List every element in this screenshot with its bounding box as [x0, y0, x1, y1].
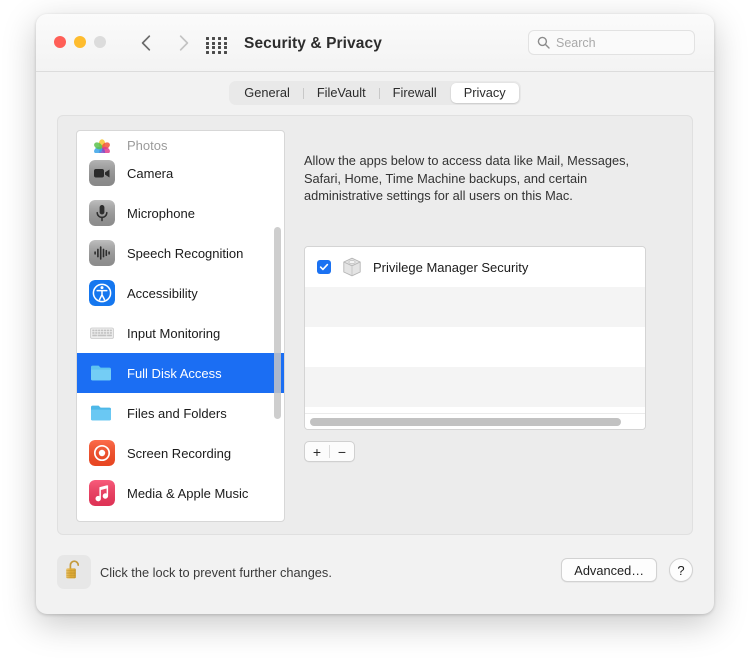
- tab-bar: General FileVault Firewall Privacy: [36, 72, 714, 114]
- app-checkbox[interactable]: [317, 260, 331, 274]
- app-row[interactable]: Privilege Manager Security: [305, 247, 645, 287]
- empty-row: [305, 367, 645, 407]
- add-app-button[interactable]: +: [305, 442, 329, 461]
- allowed-apps-list[interactable]: Privilege Manager Security: [304, 246, 646, 430]
- sidebar-item-microphone[interactable]: Microphone: [77, 193, 284, 233]
- music-note-icon: [89, 480, 115, 506]
- sidebar-item-photos[interactable]: Photos: [77, 131, 284, 153]
- sidebar-item-label: Photos: [127, 138, 168, 153]
- search-input[interactable]: [556, 35, 676, 50]
- search-field[interactable]: [528, 30, 695, 55]
- sidebar-item-label: Speech Recognition: [127, 245, 244, 261]
- accessibility-icon: [89, 280, 115, 306]
- sidebar-item-full-disk-access[interactable]: Full Disk Access: [77, 353, 284, 393]
- sidebar-scrollbar[interactable]: [274, 227, 281, 419]
- lock-button[interactable]: [57, 555, 91, 589]
- sidebar-item-label: Input Monitoring: [127, 325, 221, 341]
- privacy-panel: Photos Camera Microphone Speech Recognit…: [57, 115, 693, 535]
- empty-row: [305, 327, 645, 367]
- sidebar-item-files-and-folders[interactable]: Files and Folders: [77, 393, 284, 433]
- zoom-button: [94, 36, 106, 48]
- sidebar-item-label: Files and Folders: [127, 405, 227, 421]
- microphone-icon: [89, 200, 115, 226]
- scrollbar-thumb[interactable]: [310, 418, 621, 426]
- sidebar-item-speech-recognition[interactable]: Speech Recognition: [77, 233, 284, 273]
- close-button[interactable]: [54, 36, 66, 48]
- screen-recording-icon: [89, 440, 115, 466]
- show-all-grid-icon[interactable]: [206, 37, 228, 54]
- sidebar-item-label: Accessibility: [127, 285, 198, 301]
- tab-privacy[interactable]: Privacy: [450, 83, 519, 103]
- sidebar-item-label: Camera: [127, 165, 174, 181]
- apps-horizontal-scrollbar[interactable]: [305, 413, 645, 429]
- folder-icon: [89, 360, 115, 386]
- sidebar-item-label: Full Disk Access: [127, 365, 222, 381]
- tab-filevault[interactable]: FileVault: [304, 83, 379, 103]
- speech-recognition-icon: [89, 240, 115, 266]
- sidebar-item-camera[interactable]: Camera: [77, 153, 284, 193]
- unlocked-padlock-icon: [63, 558, 85, 587]
- forward-chevron-icon: [174, 32, 194, 54]
- navigation-buttons: [136, 32, 194, 54]
- sidebar-item-label: Media & Apple Music: [127, 485, 249, 501]
- empty-row: [305, 287, 645, 327]
- tab-general[interactable]: General: [231, 83, 303, 103]
- app-name: Privilege Manager Security: [373, 259, 529, 275]
- add-remove-buttons: + −: [304, 441, 355, 462]
- lock-caption: Click the lock to prevent further change…: [100, 565, 332, 580]
- sidebar-item-input-monitoring[interactable]: Input Monitoring: [77, 313, 284, 353]
- folder-icon: [89, 400, 115, 426]
- help-button[interactable]: ?: [669, 558, 693, 582]
- sidebar-item-media-apple-music[interactable]: Media & Apple Music: [77, 473, 284, 513]
- sidebar-item-label: Screen Recording: [127, 445, 232, 461]
- window-footer: Click the lock to prevent further change…: [36, 535, 714, 614]
- traffic-lights: [54, 36, 106, 48]
- sidebar-item-accessibility[interactable]: Accessibility: [77, 273, 284, 313]
- advanced-button[interactable]: Advanced…: [561, 558, 657, 582]
- sidebar-item-label: Microphone: [127, 205, 195, 221]
- minimize-button[interactable]: [74, 36, 86, 48]
- privacy-detail-pane: Allow the apps below to access data like…: [298, 130, 676, 522]
- privacy-description: Allow the apps below to access data like…: [304, 153, 630, 203]
- keyboard-icon: [89, 320, 115, 346]
- search-icon: [537, 36, 550, 49]
- back-chevron-icon[interactable]: [136, 32, 156, 54]
- sidebar-item-screen-recording[interactable]: Screen Recording: [77, 433, 284, 473]
- camera-icon: [89, 160, 115, 186]
- photos-icon: [89, 135, 115, 153]
- window-title: Security & Privacy: [244, 35, 382, 52]
- tab-firewall[interactable]: Firewall: [380, 83, 450, 103]
- app-cube-icon: [341, 256, 363, 278]
- privacy-category-list[interactable]: Photos Camera Microphone Speech Recognit…: [76, 130, 285, 522]
- title-bar: Security & Privacy: [36, 14, 714, 72]
- remove-app-button[interactable]: −: [330, 442, 354, 461]
- preferences-window: Security & Privacy General FileVault Fir…: [36, 14, 714, 614]
